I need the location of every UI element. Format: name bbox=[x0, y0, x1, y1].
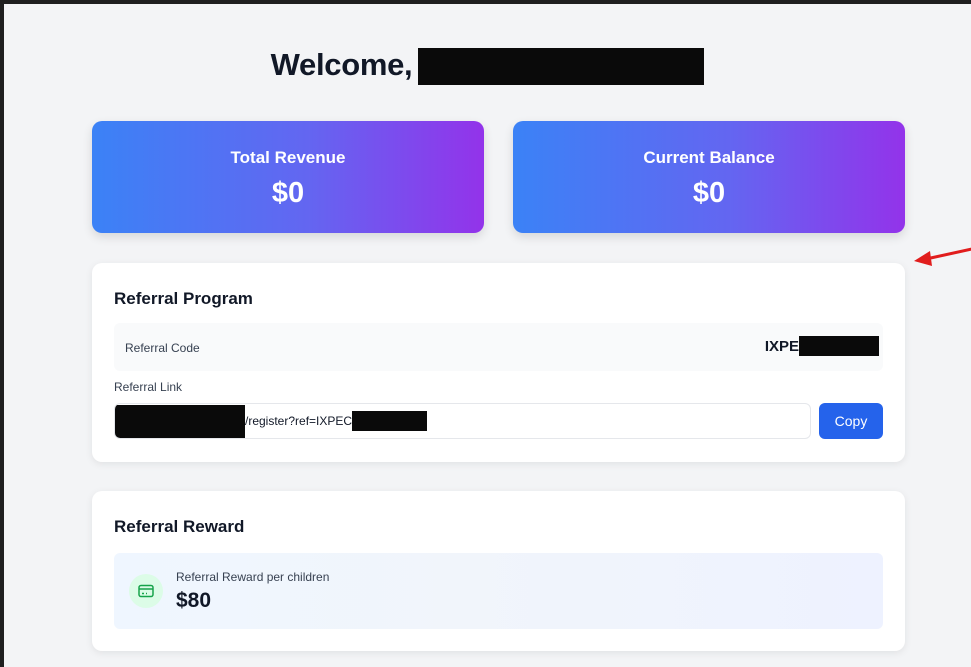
referral-reward-title: Referral Reward bbox=[114, 517, 245, 536]
referral-code-row: Referral Code IXPE bbox=[114, 323, 883, 371]
redacted-link-code bbox=[352, 411, 428, 431]
total-revenue-card: Total Revenue $0 bbox=[92, 121, 484, 233]
credit-card-icon bbox=[129, 574, 163, 608]
referral-reward-label: Referral Reward per children bbox=[176, 570, 330, 584]
welcome-heading: Welcome, bbox=[4, 44, 971, 85]
referral-program-card: Referral Program Referral Code IXPE Refe… bbox=[92, 263, 905, 462]
referral-link-text: /register?ref=IXPEC bbox=[245, 414, 353, 428]
referral-code-prefix: IXPE bbox=[764, 337, 799, 355]
dashboard-page: Welcome, Total Revenue $0 Current Balanc… bbox=[4, 4, 971, 667]
current-balance-title: Current Balance bbox=[643, 148, 775, 167]
copy-button[interactable]: Copy bbox=[819, 403, 883, 439]
referral-link-label: Referral Link bbox=[114, 380, 183, 394]
referral-code-label: Referral Code bbox=[125, 341, 200, 355]
referral-program-title: Referral Program bbox=[114, 289, 253, 308]
referral-reward-value: $80 bbox=[176, 589, 212, 612]
redacted-link-domain bbox=[115, 404, 245, 438]
current-balance-card: Current Balance $0 bbox=[513, 121, 905, 233]
referral-reward-box: Referral Reward per children $80 bbox=[114, 553, 883, 629]
current-balance-value: $0 bbox=[692, 177, 726, 209]
redacted-username bbox=[418, 48, 705, 85]
redacted-referral-code bbox=[799, 336, 879, 356]
referral-reward-card: Referral Reward Referral Reward per chil… bbox=[92, 491, 905, 651]
total-revenue-title: Total Revenue bbox=[230, 148, 346, 167]
welcome-text: Welcome, bbox=[270, 46, 413, 82]
red-arrow-annotation bbox=[914, 247, 971, 266]
referral-code-value: IXPE bbox=[765, 336, 879, 356]
total-revenue-value: $0 bbox=[271, 177, 305, 209]
referral-link-field[interactable]: /register?ref=IXPEC bbox=[114, 403, 811, 439]
